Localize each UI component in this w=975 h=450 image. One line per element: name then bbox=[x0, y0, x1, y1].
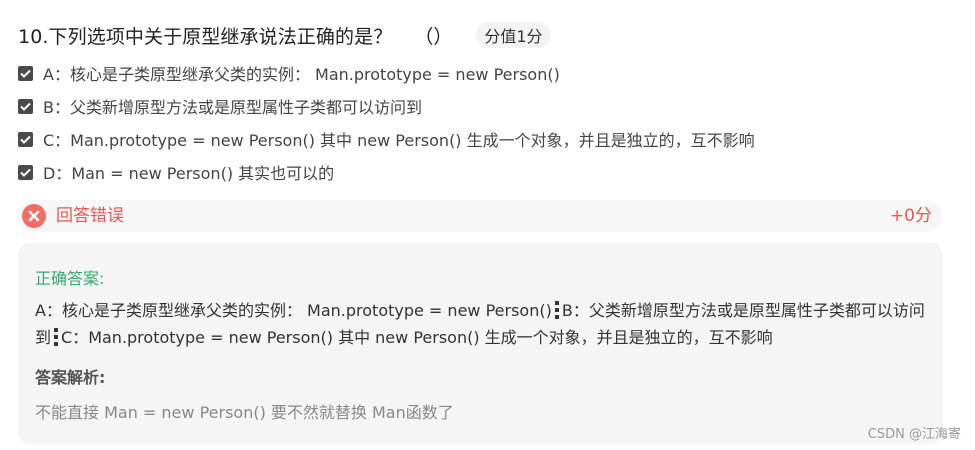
option-c[interactable]: C：Man.prototype = new Person() 其中 new Pe… bbox=[18, 126, 755, 152]
correct-answer-part: A：核心是子类原型继承父类的实例： Man.prototype = new Pe… bbox=[35, 301, 552, 320]
score-badge: 分值1分 bbox=[476, 22, 551, 48]
watermark: CSDN @江海寄 bbox=[867, 427, 961, 442]
checkbox-checked-icon[interactable] bbox=[18, 98, 33, 114]
analysis-label: 答案解析: bbox=[35, 368, 106, 387]
checkbox-checked-icon[interactable] bbox=[18, 65, 33, 81]
analysis-text: 不能直接 Man = new Person() 要不然就替换 Man函数了 bbox=[35, 403, 454, 422]
separator-icon bbox=[54, 328, 59, 346]
option-label: C：Man.prototype = new Person() 其中 new Pe… bbox=[43, 131, 755, 150]
result-bar: 回答错误 +0分 bbox=[18, 200, 942, 232]
question-title: 10.下列选项中关于原型继承说法正确的是？ （） 分值1分 bbox=[18, 20, 551, 50]
option-label: D：Man = new Person() 其实也可以的 bbox=[43, 164, 335, 183]
option-b[interactable]: B：父类新增原型方法或是原型属性子类都可以访问到 bbox=[18, 93, 422, 119]
question-text: 10.下列选项中关于原型继承说法正确的是？ bbox=[18, 25, 393, 48]
option-label: B：父类新增原型方法或是原型属性子类都可以访问到 bbox=[43, 98, 422, 117]
result-status: 回答错误 bbox=[56, 206, 124, 226]
result-score: +0分 bbox=[889, 206, 932, 226]
correct-answer-label: 正确答案: bbox=[35, 269, 105, 288]
separator-icon bbox=[554, 301, 559, 319]
correct-answer-text: A：核心是子类原型继承父类的实例： Man.prototype = new Pe… bbox=[35, 297, 925, 351]
checkbox-checked-icon[interactable] bbox=[18, 131, 33, 147]
option-a[interactable]: A：核心是子类原型继承父类的实例： Man.prototype = new Pe… bbox=[18, 60, 560, 86]
close-circle-icon bbox=[22, 204, 46, 228]
answer-blank: （） bbox=[414, 25, 453, 48]
checkbox-checked-icon[interactable] bbox=[18, 164, 33, 180]
correct-answer-part: C：Man.prototype = new Person() 其中 new Pe… bbox=[61, 328, 773, 347]
option-d[interactable]: D：Man = new Person() 其实也可以的 bbox=[18, 159, 334, 185]
option-label: A：核心是子类原型继承父类的实例： Man.prototype = new Pe… bbox=[43, 65, 560, 84]
answer-panel: 正确答案: A：核心是子类原型继承父类的实例： Man.prototype = … bbox=[18, 243, 943, 444]
